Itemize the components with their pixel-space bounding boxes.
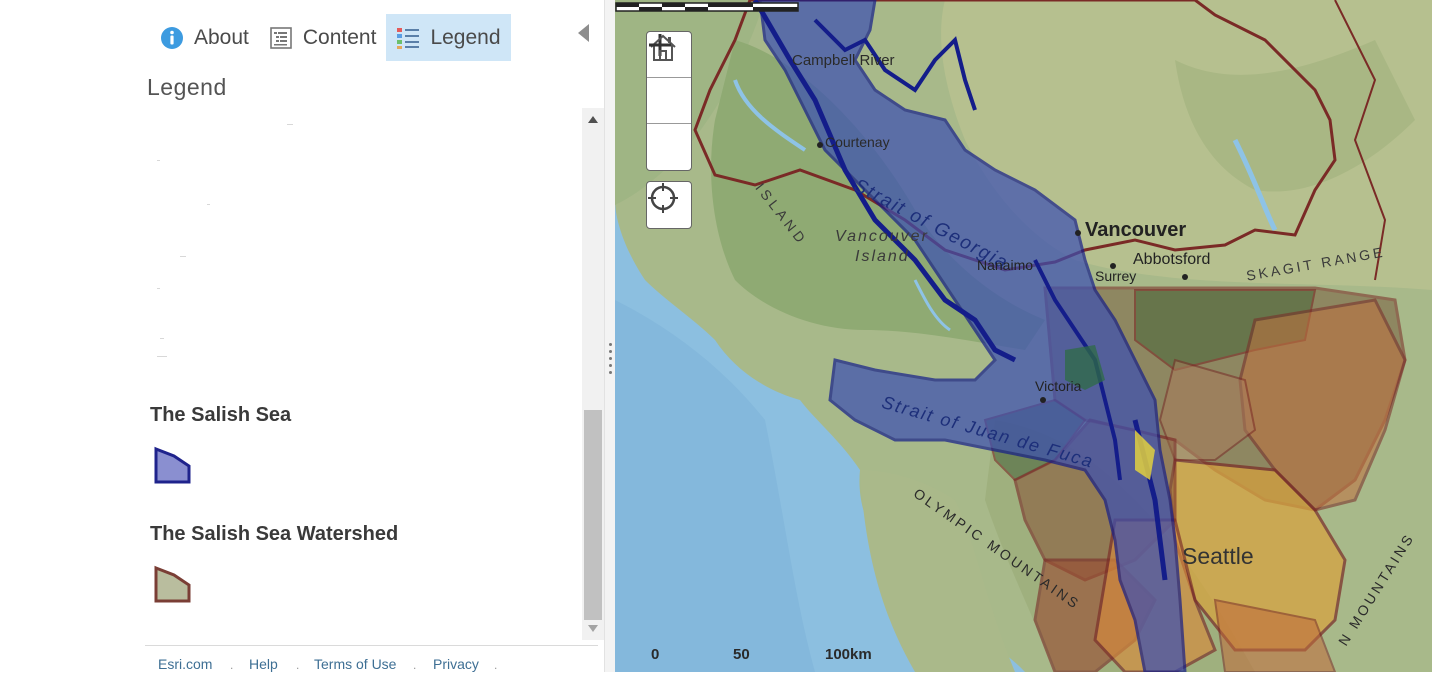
- panel-tabs: About Content Legend: [150, 14, 511, 61]
- scroll-up-arrow-icon[interactable]: [588, 116, 598, 123]
- locate-crosshair-icon: [648, 183, 678, 213]
- legend-layer-name: The Salish Sea Watershed: [150, 523, 399, 545]
- scrollbar-thumb[interactable]: [584, 410, 602, 620]
- faint-artifact: [157, 356, 167, 357]
- zoom-out-button[interactable]: [647, 43, 691, 170]
- scale-label-0: 0: [651, 646, 660, 663]
- map-label-city: Nanaimo: [977, 257, 1034, 273]
- footer-link-terms[interactable]: Terms of Use: [314, 656, 396, 672]
- tab-about[interactable]: About: [150, 14, 259, 61]
- faint-artifact: [207, 204, 210, 205]
- salish-sea-watershed-swatch: [154, 565, 191, 603]
- scroll-down-arrow-icon[interactable]: [588, 625, 598, 632]
- legend-list[interactable]: The Salish Sea The Salish Sea Watershed: [145, 108, 604, 640]
- tab-content-label: Content: [302, 25, 377, 49]
- minus-icon: [649, 43, 671, 47]
- zoom-controls: [646, 31, 692, 171]
- map-label-city: Vancouver: [1085, 219, 1187, 241]
- map-label-island: Vancouver: [835, 228, 929, 245]
- splitter-grip-icon: [609, 343, 612, 346]
- footer-separator: .: [230, 658, 234, 672]
- tab-about-label: About: [194, 25, 249, 49]
- footer-link-help[interactable]: Help: [249, 656, 278, 672]
- panel-title: Legend: [147, 74, 227, 100]
- faint-artifact: [157, 160, 160, 161]
- map-label-city: Surrey: [1095, 268, 1137, 284]
- scale-label-50: 50: [733, 646, 750, 663]
- footer-separator: .: [413, 658, 417, 672]
- splitter-grip-icon: [609, 357, 612, 360]
- footer-separator: .: [296, 658, 300, 672]
- locate-control: [646, 181, 692, 229]
- info-icon: [160, 26, 184, 50]
- faint-artifact: [157, 288, 160, 289]
- scale-bar: [615, 2, 799, 12]
- tab-legend-label: Legend: [430, 25, 501, 49]
- legend-layer-name: The Salish Sea: [150, 404, 292, 426]
- map-label-city: Courtenay: [825, 134, 890, 150]
- map-view[interactable]: Campbell River Courtenay Strait of Georg…: [615, 0, 1432, 672]
- footer-link-esri[interactable]: Esri.com: [158, 656, 212, 672]
- tab-legend[interactable]: Legend: [386, 14, 511, 61]
- splitter-grip-icon: [609, 350, 612, 353]
- faint-artifact: [160, 338, 164, 339]
- tab-content[interactable]: Content: [259, 14, 387, 61]
- locate-button[interactable]: [647, 182, 691, 228]
- map-label-city: Abbotsford: [1133, 251, 1211, 268]
- map-label-city: Seattle: [1182, 543, 1254, 569]
- salish-sea-swatch: [154, 446, 191, 484]
- home-button[interactable]: [647, 34, 691, 124]
- collapse-panel-icon[interactable]: [578, 24, 589, 42]
- map-label-city: Victoria: [1035, 378, 1082, 394]
- panel-footer: Esri.com . Help . Terms of Use . Privacy…: [145, 645, 598, 673]
- content-list-icon: [269, 26, 293, 50]
- faint-artifact: [287, 124, 293, 125]
- footer-separator: .: [494, 658, 498, 672]
- map-label-island: Island: [855, 248, 910, 265]
- map-label-river: Campbell River: [792, 52, 895, 69]
- scale-label-100: 100km: [825, 646, 872, 663]
- footer-link-privacy[interactable]: Privacy: [433, 656, 479, 672]
- legend-scrollbar[interactable]: [582, 108, 604, 640]
- side-panel: About Content Legend Legend The Salish S…: [0, 0, 604, 672]
- splitter-grip-icon: [609, 364, 612, 367]
- faint-artifact: [180, 256, 186, 257]
- legend-list-icon: [396, 26, 420, 50]
- splitter-grip-icon: [609, 371, 612, 374]
